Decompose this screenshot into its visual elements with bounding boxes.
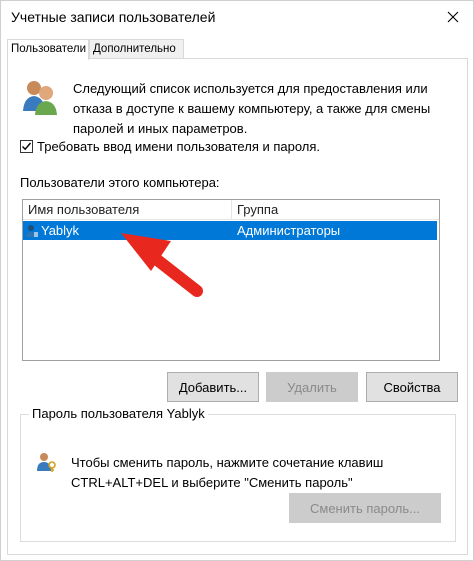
title-bar: Учетные записи пользователей [1,1,473,35]
username-text: Yablyk [41,223,80,238]
users-section-label: Пользователи этого компьютера: [20,175,220,190]
listview-header: Имя пользователя Группа [23,200,439,220]
require-login-label[interactable]: Требовать ввод имени пользователя и паро… [37,139,320,154]
username-cell: Yablyk [23,223,232,238]
password-group-title: Пароль пользователя Yablyk [29,406,208,421]
add-user-button[interactable]: Добавить... [167,372,259,402]
change-password-button[interactable]: Сменить пароль... [289,493,441,523]
window-title: Учетные записи пользователей [11,9,216,25]
column-header-group[interactable]: Группа [232,200,439,220]
password-instructions: Чтобы сменить пароль, нажмите сочетание … [71,455,384,490]
close-button[interactable] [433,1,473,35]
remove-user-button[interactable]: Удалить [266,372,358,402]
intro-text: Следующий список используется для предос… [73,81,431,136]
require-login-row: Требовать ввод имени пользователя и паро… [20,139,320,154]
password-groupbox: Пароль пользователя Yablyk Чтобы сменить… [20,406,456,542]
users-listview[interactable]: Имя пользователя Группа Yablyk Администр… [22,199,440,361]
close-icon [447,11,459,26]
tab-users-label: Пользователи [11,43,87,55]
group-cell: Администраторы [237,223,341,238]
properties-button[interactable]: Свойства [366,372,458,402]
column-header-username[interactable]: Имя пользователя [23,200,232,220]
users-tab-panel: Следующий список используется для предос… [7,58,468,555]
user-key-icon [35,451,57,473]
tab-users[interactable]: Пользователи [7,39,89,60]
users-icon [20,77,60,117]
tab-advanced[interactable]: Дополнительно [89,39,184,59]
user-icon [25,224,39,238]
table-row[interactable]: Yablyk Администраторы [23,221,437,240]
user-accounts-window: Учетные записи пользователей Пользовател… [0,0,474,561]
require-login-checkbox[interactable] [20,140,33,153]
tab-advanced-label: Дополнительно [93,43,176,55]
